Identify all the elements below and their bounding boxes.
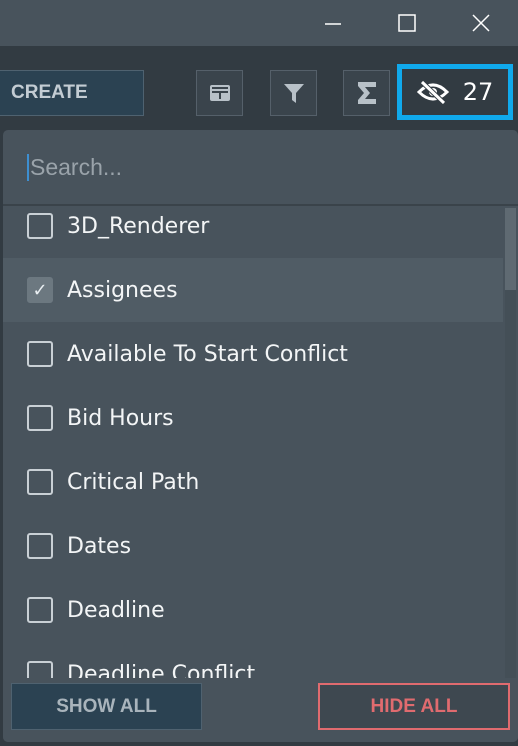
hide-all-button[interactable]: HIDE ALL xyxy=(318,683,510,730)
field-label: Bid Hours xyxy=(67,405,174,431)
sigma-icon xyxy=(357,82,376,104)
checkbox[interactable] xyxy=(27,533,53,559)
field-item[interactable]: Available To Start Conflict xyxy=(3,322,503,386)
title-bar xyxy=(0,0,518,46)
field-label: Critical Path xyxy=(67,469,200,495)
checkbox[interactable] xyxy=(27,661,53,678)
search-box xyxy=(3,130,518,206)
field-label: Deadline xyxy=(67,597,165,623)
field-item[interactable]: Critical Path xyxy=(3,450,503,514)
field-item[interactable]: Deadline Conflict xyxy=(3,642,503,678)
toolbar: CREATE 27 xyxy=(0,46,518,126)
field-list: 3D_Renderer ✓ Assignees Available To Start … xyxy=(3,208,503,678)
field-label: Available To Start Conflict xyxy=(67,341,348,367)
eye-slash-icon xyxy=(416,80,449,104)
scrollbar[interactable] xyxy=(505,208,516,678)
field-item[interactable]: ✓ Assignees xyxy=(3,258,503,322)
close-button[interactable] xyxy=(458,0,504,46)
field-item[interactable]: Bid Hours xyxy=(3,386,503,450)
minimize-button[interactable] xyxy=(310,0,356,46)
field-item[interactable]: Deadline xyxy=(3,578,503,642)
hidden-count: 27 xyxy=(462,78,494,106)
field-label: Assignees xyxy=(67,277,178,303)
checkbox[interactable] xyxy=(27,341,53,367)
show-all-button[interactable]: SHOW ALL xyxy=(11,683,202,730)
checkbox[interactable] xyxy=(27,405,53,431)
table-icon xyxy=(209,85,230,101)
field-item[interactable]: Dates xyxy=(3,514,503,578)
table-view-button[interactable] xyxy=(196,70,243,116)
checkbox[interactable] xyxy=(27,469,53,495)
close-icon xyxy=(472,14,490,32)
create-button[interactable]: CREATE xyxy=(0,70,144,116)
hidden-fields-button[interactable]: 27 xyxy=(397,64,513,120)
checkbox[interactable] xyxy=(27,213,53,239)
checkbox-checked[interactable]: ✓ xyxy=(27,277,53,303)
maximize-icon xyxy=(398,14,416,32)
field-label: 3D_Renderer xyxy=(67,213,210,239)
filter-button[interactable] xyxy=(270,70,317,116)
checkbox[interactable] xyxy=(27,597,53,623)
dropdown-footer: SHOW ALL HIDE ALL xyxy=(3,678,518,742)
summary-button[interactable] xyxy=(343,70,390,116)
field-label: Deadline Conflict xyxy=(67,661,256,679)
minimize-icon xyxy=(325,23,341,25)
field-item[interactable]: 3D_Renderer xyxy=(3,208,503,258)
field-label: Dates xyxy=(67,533,132,559)
scrollbar-thumb[interactable] xyxy=(505,208,516,290)
filter-icon xyxy=(283,84,304,103)
search-input[interactable] xyxy=(27,153,427,181)
field-visibility-dropdown: 3D_Renderer ✓ Assignees Available To Start … xyxy=(3,130,518,742)
maximize-button[interactable] xyxy=(384,0,430,46)
